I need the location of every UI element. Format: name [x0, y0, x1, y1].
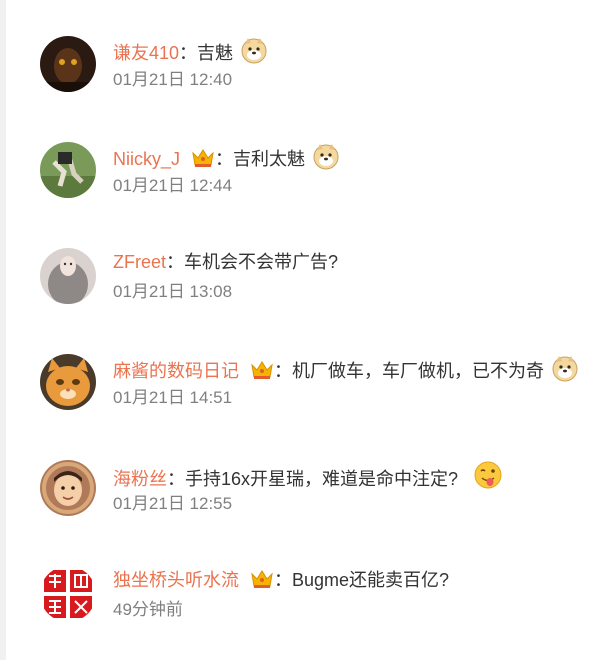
avatar[interactable] [40, 566, 96, 622]
avatar-dark-portrait-icon [40, 36, 96, 92]
comment-timestamp: 01月21日 13:08 [113, 282, 233, 301]
crown-badge-icon[interactable] [250, 568, 274, 598]
comment-line: 谦友410：吉魅 [113, 36, 268, 64]
avatar-orange-cat-icon [40, 354, 96, 410]
comment-item: 麻酱的数码日记 ：机厂做车，车厂做机，已不为奇 01月21日 14:51 [0, 350, 600, 430]
comment-text: 车机会不会带广告? [184, 252, 339, 272]
avatar-runner-photo-icon [40, 142, 96, 198]
comment-timestamp: 49分钟前 [113, 600, 183, 619]
username-link[interactable]: 独坐桥头听水流 [113, 570, 239, 590]
comment-line: 独坐桥头听水流 ：Bugme还能卖百亿? [113, 566, 449, 594]
colon: ： [179, 43, 198, 63]
username-link[interactable]: 谦友410 [113, 43, 179, 63]
crown-badge-icon[interactable] [250, 359, 274, 389]
comment-list: 谦友410：吉魅 01月21日 12:40 Niicky_J ：吉利太魅 01月… [0, 0, 600, 660]
avatar-baby-photo-icon [40, 460, 96, 516]
comment-line: Niicky_J ：吉利太魅 [113, 142, 340, 170]
avatar[interactable] [40, 36, 96, 92]
avatar[interactable] [40, 142, 96, 198]
comment-line: 麻酱的数码日记 ：机厂做车，车厂做机，已不为奇 [113, 354, 579, 382]
comment-line: 海粉丝：手持16x开星瑞，难道是命中注定? [113, 460, 503, 489]
username-link[interactable]: Niicky_J [113, 149, 180, 169]
username-link[interactable]: ZFreet [113, 252, 166, 272]
comment-text: 吉利太魅 [233, 149, 306, 169]
colon: ： [274, 570, 293, 590]
colon: ： [167, 469, 185, 489]
username-link[interactable]: 海粉丝 [113, 469, 167, 489]
doge-emoji-icon [312, 142, 340, 178]
username-link[interactable]: 麻酱的数码日记 [113, 361, 239, 381]
comment-item: 谦友410：吉魅 01月21日 12:40 [0, 32, 600, 112]
comment-text: 机厂做车，车厂做机，已不为奇 [292, 361, 545, 381]
comment-text: 手持16x开星瑞，难道是命中注定? [185, 469, 459, 489]
avatar-red-seal-icon [40, 566, 96, 622]
comment-timestamp: 01月21日 12:40 [113, 70, 233, 89]
avatar[interactable] [40, 248, 96, 304]
colon: ： [274, 361, 293, 381]
comment-item: 海粉丝：手持16x开星瑞，难道是命中注定? 01月21日 12:55 [0, 456, 600, 536]
comment-timestamp: 01月21日 12:55 [113, 494, 233, 513]
colon: ： [215, 149, 234, 169]
comment-text: Bugme还能卖百亿? [292, 570, 450, 590]
comment-item: ZFreet：车机会不会带广告? 01月21日 13:08 [0, 244, 600, 324]
avatar-grey-figure-icon [40, 248, 96, 304]
comment-item: Niicky_J ：吉利太魅 01月21日 12:44 [0, 138, 600, 218]
avatar[interactable] [40, 460, 96, 516]
comment-text: 吉魅 [197, 43, 234, 63]
doge-emoji-icon [240, 36, 268, 72]
avatar[interactable] [40, 354, 96, 410]
tongue-out-emoji-icon [473, 460, 503, 498]
comment-timestamp: 01月21日 14:51 [113, 388, 233, 407]
doge-emoji-icon [551, 354, 579, 390]
crown-badge-icon[interactable] [191, 147, 215, 177]
comment-timestamp: 01月21日 12:44 [113, 176, 233, 195]
colon: ： [166, 252, 185, 272]
comment-line: ZFreet：车机会不会带广告? [113, 248, 338, 276]
comment-item: 独坐桥头听水流 ：Bugme还能卖百亿? 49分钟前 [0, 562, 600, 642]
